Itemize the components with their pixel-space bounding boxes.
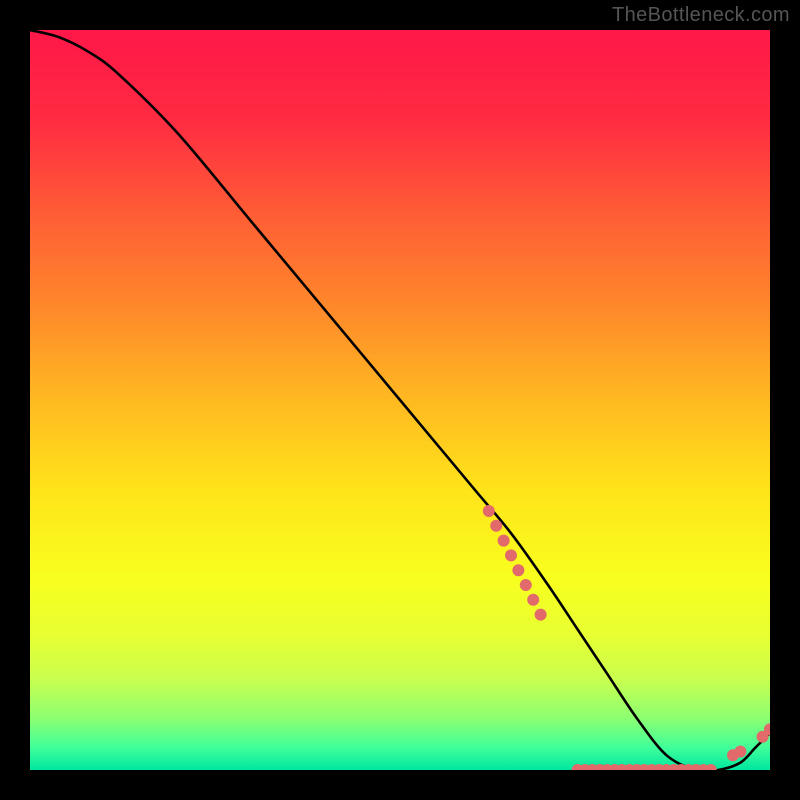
data-marker (527, 594, 539, 606)
data-marker (490, 520, 502, 532)
data-marker (483, 505, 495, 517)
chart-stage: TheBottleneck.com (0, 0, 800, 800)
data-marker (705, 764, 717, 770)
plot-area (30, 30, 770, 770)
data-marker (734, 746, 746, 758)
data-marker (505, 549, 517, 561)
data-marker (512, 564, 524, 576)
data-marker (498, 535, 510, 547)
marker-layer (30, 30, 770, 770)
data-marker (520, 579, 532, 591)
watermark-text: TheBottleneck.com (612, 4, 790, 27)
data-marker (535, 609, 547, 621)
